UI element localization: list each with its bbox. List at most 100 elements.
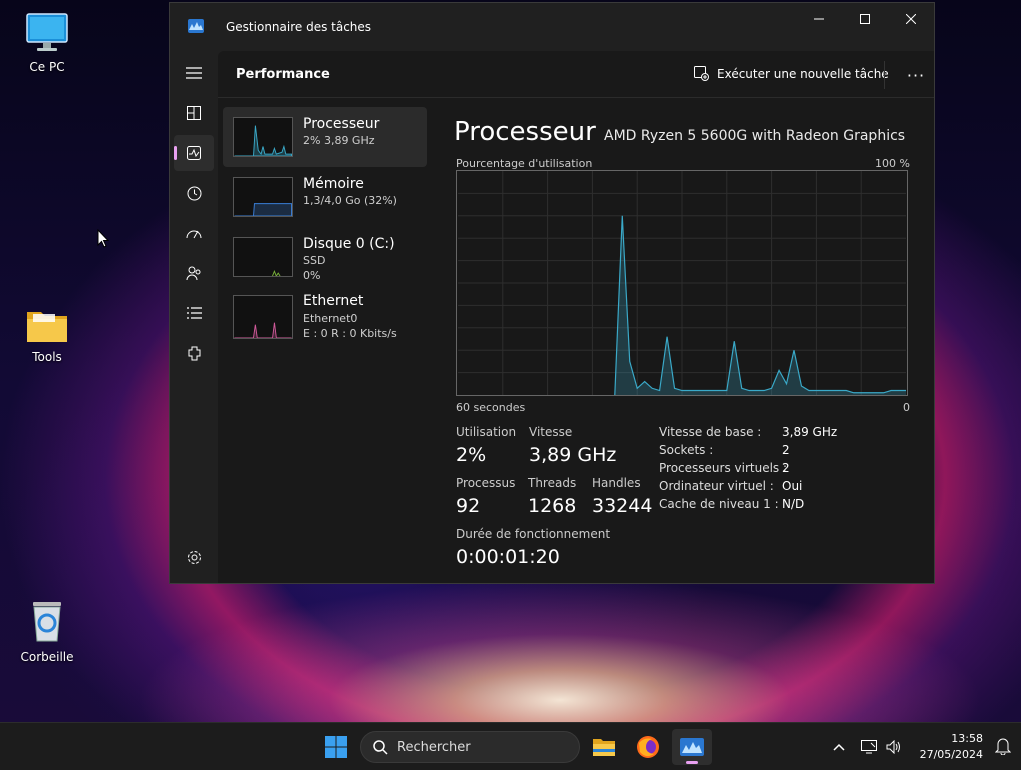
task-manager-window: Gestionnaire des tâches Performance Exéc… — [169, 2, 935, 584]
nav-settings-button[interactable] — [174, 541, 214, 573]
desktop-icon-label: Tools — [32, 350, 62, 364]
task-manager-app-icon — [188, 19, 204, 33]
close-button[interactable] — [888, 3, 934, 35]
spec-value: 3,89 GHz — [782, 425, 838, 439]
hamburger-icon — [186, 67, 202, 79]
new-task-icon — [694, 66, 709, 81]
stat-value: 92 — [456, 495, 481, 517]
nav-details-button[interactable] — [174, 295, 214, 331]
stat-label: Utilisation — [456, 425, 517, 439]
recycle-bin-icon — [33, 602, 61, 642]
stat-uptime: Durée de fonctionnement 0:00:01:20 — [456, 527, 610, 568]
device-item-disk[interactable]: Disque 0 (C:) SSD 0% — [223, 227, 427, 287]
clock-date: 27/05/2024 — [919, 748, 983, 761]
device-list: Processeur 2% 3,89 GHz Mémoire 1,3/4,0 G… — [223, 107, 427, 353]
details-icon — [186, 307, 202, 319]
stat-label: Processus — [456, 476, 516, 490]
cpu-model: AMD Ryzen 5 5600G with Radeon Graphics — [604, 128, 906, 144]
graph-x-label: 60 secondes — [456, 401, 526, 414]
stat-value: 33244 — [592, 495, 653, 517]
system-tray — [828, 723, 906, 770]
stat-label: Vitesse — [529, 425, 573, 439]
mouse-cursor-icon — [97, 229, 109, 248]
folder-icon — [593, 739, 615, 756]
search-icon — [373, 739, 388, 755]
graph-y-label: Pourcentage d'utilisation — [456, 157, 593, 170]
taskbar: Rechercher 13:58 27/05/2024 — [0, 722, 1021, 770]
stat-label: Threads — [528, 476, 577, 490]
device-item-memory[interactable]: Mémoire 1,3/4,0 Go (32%) — [223, 167, 427, 227]
chevron-up-icon — [833, 743, 845, 751]
taskbar-file-explorer[interactable] — [584, 729, 624, 765]
notifications-button[interactable] — [994, 737, 1012, 759]
stat-value: 2% — [456, 444, 487, 466]
maximize-icon — [860, 14, 870, 24]
device-name: Ethernet — [303, 293, 364, 309]
device-thumb-graph — [233, 117, 293, 157]
nav-services-button[interactable] — [174, 335, 214, 371]
nav-performance-button[interactable] — [174, 135, 214, 171]
device-sub: E : 0 R : 0 Kbits/s — [303, 327, 397, 340]
spec-label: Ordinateur virtuel : — [659, 479, 774, 493]
more-options-button[interactable]: ··· — [898, 63, 934, 87]
task-manager-app-icon — [680, 738, 704, 756]
stat-speed: Vitesse 3,89 GHz — [529, 425, 616, 466]
nav-hamburger-button[interactable] — [174, 55, 214, 91]
stat-utilisation: Utilisation 2% — [456, 425, 516, 466]
spec-label: Vitesse de base : — [659, 425, 762, 439]
nav-processes-button[interactable] — [174, 95, 214, 131]
device-name: Processeur — [303, 116, 380, 132]
nav-history-button[interactable] — [174, 175, 214, 211]
performance-icon — [187, 146, 201, 160]
device-sub: 2% 3,89 GHz — [303, 134, 375, 147]
header-separator — [884, 61, 885, 89]
device-sub: SSD — [303, 254, 326, 267]
taskbar-clock[interactable]: 13:58 27/05/2024 — [920, 731, 983, 763]
device-thumb-graph — [233, 177, 293, 217]
stat-label: Handles — [592, 476, 641, 490]
taskbar-search[interactable]: Rechercher — [360, 731, 580, 763]
page-title: Performance — [236, 67, 330, 82]
stat-value: 3,89 GHz — [529, 444, 617, 466]
history-icon — [187, 186, 201, 200]
device-thumb-graph — [233, 237, 293, 277]
cpu-usage-graph — [456, 170, 908, 396]
header-bar: Performance Exécuter une nouvelle tâche … — [218, 51, 934, 98]
spec-value: 2 — [782, 461, 790, 475]
run-new-task-label: Exécuter une nouvelle tâche — [717, 66, 889, 81]
desktop-icon-recycle-bin[interactable]: Corbeille — [7, 598, 87, 664]
startup-icon — [186, 230, 202, 239]
taskbar-firefox[interactable] — [628, 729, 668, 765]
volume-icon — [886, 740, 900, 754]
device-item-ethernet[interactable]: Ethernet Ethernet0 E : 0 R : 0 Kbits/s — [223, 293, 427, 353]
services-icon — [188, 346, 200, 360]
users-icon — [186, 266, 201, 280]
spec-value: 2 — [782, 443, 790, 457]
processes-icon — [187, 106, 201, 120]
show-hidden-icons-button[interactable] — [828, 731, 850, 763]
more-options-icon: ··· — [906, 65, 926, 85]
minimize-button[interactable] — [796, 3, 842, 35]
graph-x-min: 0 — [903, 401, 910, 414]
maximize-button[interactable] — [842, 3, 888, 35]
settings-icon — [187, 550, 201, 564]
spec-label: Sockets : — [659, 443, 714, 457]
desktop-icon-this-pc[interactable]: Ce PC — [7, 12, 87, 74]
stat-threads: Threads 1268 — [528, 476, 576, 517]
network-volume-button[interactable] — [856, 731, 906, 763]
bell-icon — [994, 738, 1012, 756]
taskbar-task-manager[interactable] — [672, 729, 712, 765]
start-button[interactable] — [316, 729, 356, 765]
nav-users-button[interactable] — [174, 255, 214, 291]
stat-value: 1268 — [528, 495, 577, 517]
desktop-icon-tools[interactable]: Tools — [7, 306, 87, 364]
device-name: Disque 0 (C:) — [303, 236, 395, 252]
main-content: Performance Exécuter une nouvelle tâche … — [218, 51, 934, 583]
device-item-cpu[interactable]: Processeur 2% 3,89 GHz — [223, 107, 427, 167]
windows-logo-icon — [325, 736, 347, 758]
spec-value: Oui — [782, 479, 803, 493]
nav-startup-button[interactable] — [174, 215, 214, 251]
title-bar[interactable]: Gestionnaire des tâches — [170, 3, 934, 51]
run-new-task-button[interactable]: Exécuter une nouvelle tâche — [694, 66, 889, 81]
network-icon — [860, 740, 877, 754]
